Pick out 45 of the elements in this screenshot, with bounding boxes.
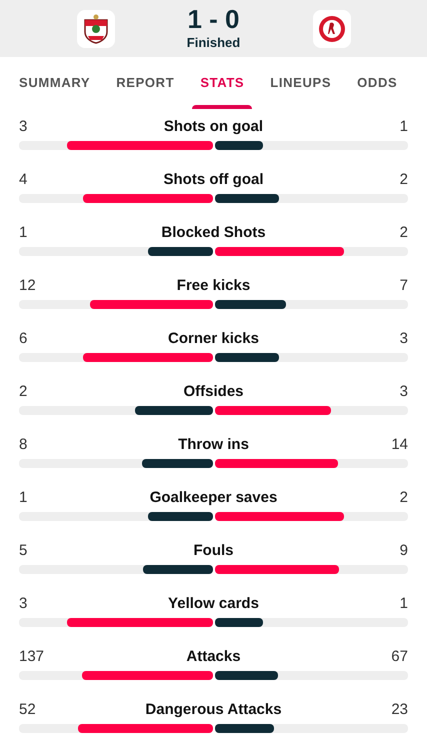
home-stat-value: 1 — [19, 222, 28, 243]
away-stat-value: 2 — [398, 170, 408, 190]
away-stat-value: 3 — [398, 328, 408, 349]
stat-name: Free kicks — [176, 276, 250, 296]
stat-name: Goalkeeper saves — [150, 488, 278, 508]
tab[interactable]: ODDS — [349, 57, 406, 109]
tab[interactable]: REPORT — [108, 57, 182, 109]
stat-name: Dangerous Attacks — [145, 700, 282, 720]
tab[interactable]: SUMMARY — [11, 57, 98, 109]
away-stat-value: 7 — [398, 276, 408, 296]
tab[interactable]: STATS — [192, 57, 252, 109]
away-team-logo — [312, 10, 350, 48]
away-stat-value: 2 — [398, 222, 408, 243]
away-stat-value: 3 — [398, 382, 408, 402]
stat-name: Blocked Shots — [161, 222, 266, 243]
away-stat-value: 1 — [398, 594, 408, 614]
home-stat-value: 2 — [19, 382, 28, 402]
tab[interactable]: LINEUPS — [262, 57, 340, 109]
home-team-logo — [76, 10, 114, 48]
home-stat-value: 3 — [19, 116, 28, 137]
stat-name: Throw ins — [178, 434, 249, 455]
home-stat-value: 137 — [19, 646, 46, 667]
away-stat-value: 9 — [398, 540, 408, 561]
home-stat-value: 3 — [19, 594, 28, 614]
away-stat-value: 2 — [398, 488, 408, 508]
home-stat-value: 6 — [19, 328, 28, 349]
stat-name: Corner kicks — [168, 328, 259, 349]
home-stat-value: 52 — [19, 700, 37, 720]
stat-name: Offsides — [183, 382, 244, 402]
match-score: 1 - 0 — [187, 4, 240, 33]
away-stat-value: 67 — [390, 646, 408, 667]
stat-name: Yellow cards — [168, 594, 259, 614]
home-stat-value: 4 — [19, 170, 28, 190]
home-stat-value: 8 — [19, 434, 28, 455]
home-stat-value: 1 — [19, 488, 28, 508]
home-stat-value: 12 — [19, 276, 37, 296]
stat-name: Shots on goal — [164, 116, 264, 137]
home-stat-value: 5 — [19, 540, 28, 561]
away-stat-value: 1 — [398, 116, 408, 137]
stat-name: Attacks — [186, 646, 241, 667]
match-status: Finished — [186, 34, 240, 52]
away-stat-value: 14 — [390, 434, 408, 455]
away-stat-value: 23 — [390, 700, 408, 720]
stat-name: Fouls — [194, 540, 234, 561]
stat-name: Shots off goal — [164, 170, 264, 190]
